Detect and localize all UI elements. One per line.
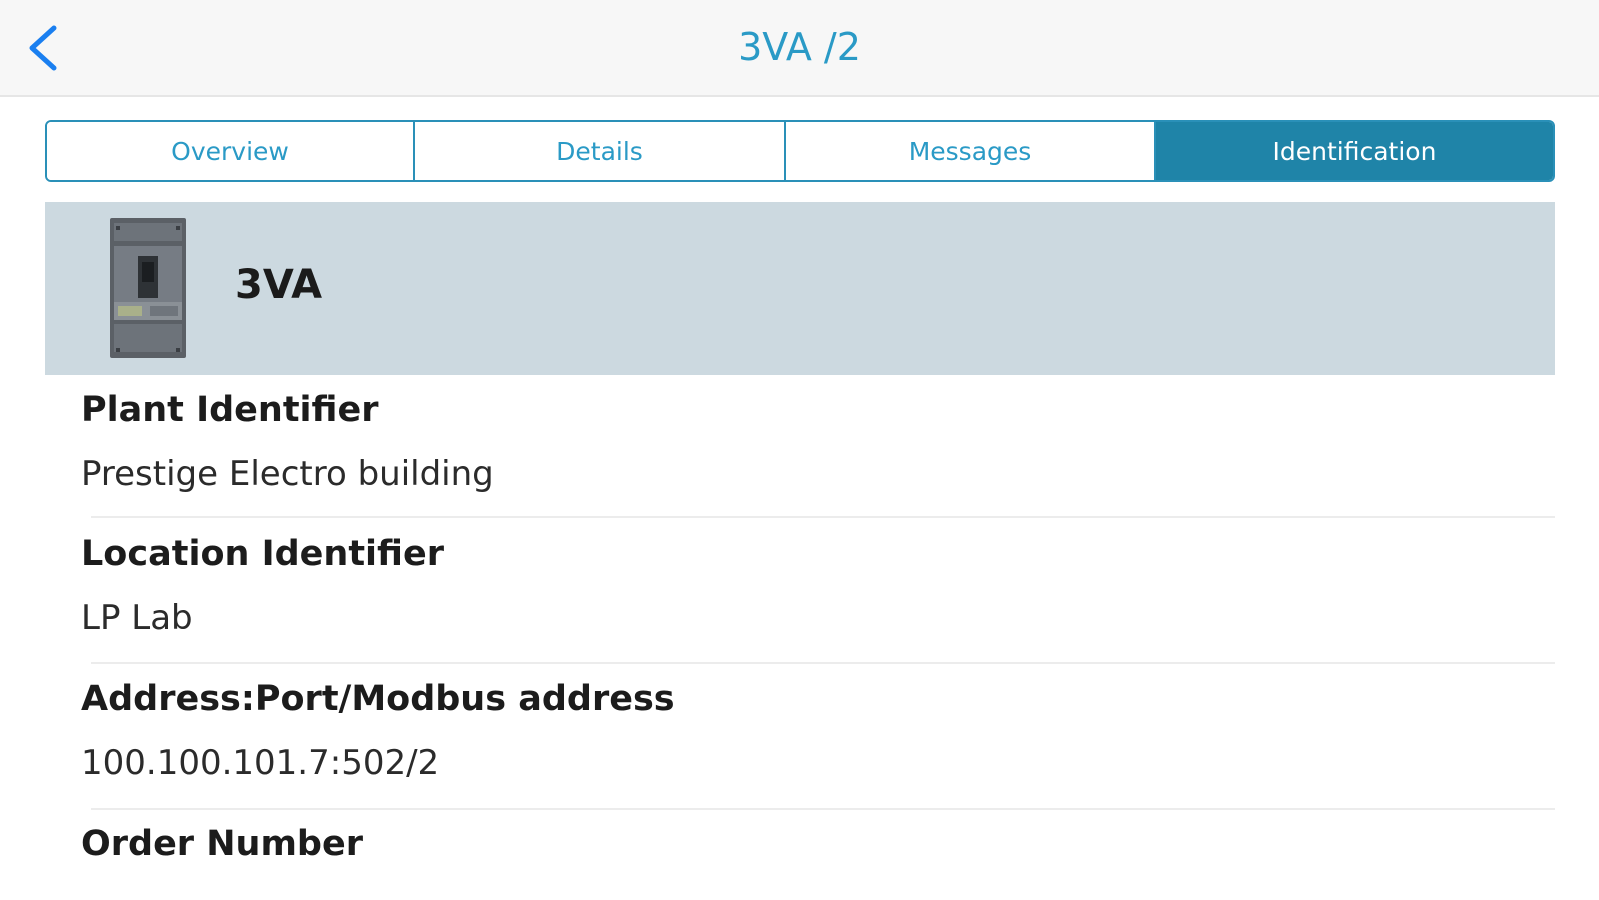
field-label: Location Identifier — [81, 534, 444, 574]
field-value: Prestige Electro building — [81, 454, 494, 494]
navigation-bar: 3VA /2 — [0, 0, 1599, 97]
address-field: Address:Port/Modbus address 100.100.101.… — [81, 677, 1555, 785]
tab-overview[interactable]: Overview — [47, 122, 415, 180]
page-title: 3VA /2 — [738, 25, 861, 69]
order-number-field: Order Number — [81, 822, 1555, 866]
field-label: Order Number — [81, 824, 363, 864]
location-identifier-field: Location Identifier LP Lab — [81, 532, 1555, 640]
tab-identification[interactable]: Identification — [1156, 122, 1553, 180]
separator — [91, 516, 1555, 518]
tab-details[interactable]: Details — [415, 122, 786, 180]
separator — [91, 662, 1555, 664]
field-label: Address:Port/Modbus address — [81, 679, 675, 719]
separator — [91, 808, 1555, 810]
field-label: Plant Identifier — [81, 390, 379, 430]
circuit-breaker-image — [110, 218, 186, 358]
device-name: 3VA — [235, 262, 323, 308]
tab-messages[interactable]: Messages — [786, 122, 1156, 180]
plant-identifier-field: Plant Identifier Prestige Electro buildi… — [81, 388, 1555, 496]
field-value: 100.100.101.7:502/2 — [81, 743, 440, 783]
tab-bar: Overview Details Messages Identification — [45, 120, 1555, 182]
device-header: 3VA — [45, 202, 1555, 375]
field-value: LP Lab — [81, 598, 193, 638]
